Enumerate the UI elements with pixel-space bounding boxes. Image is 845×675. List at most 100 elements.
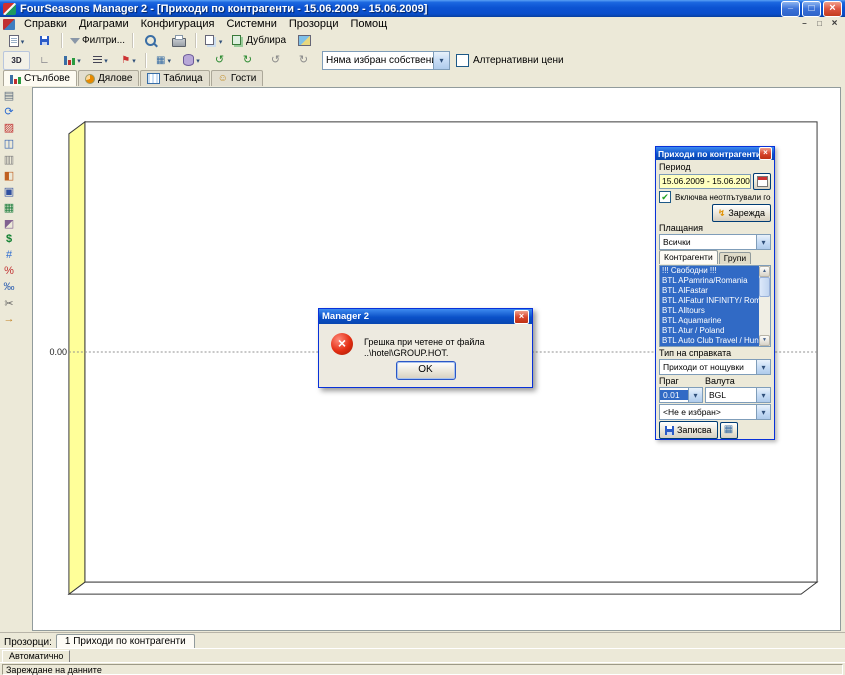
grid-icon	[724, 425, 733, 435]
export-icon[interactable]: →	[2, 312, 17, 326]
mdi-close-button[interactable]	[827, 18, 842, 30]
contractor-item[interactable]: BTL Auto Club Travel / Hunga	[660, 336, 759, 346]
tab-groups[interactable]: Групи	[719, 252, 751, 264]
period-input[interactable]: 15.06.2009 - 15.06.2009	[659, 174, 751, 189]
menu-item[interactable]: Диаграми	[73, 17, 135, 31]
report-type-select[interactable]: Приходи от нощувки	[659, 359, 771, 375]
copy-chart-icon[interactable]: ◫	[2, 136, 17, 150]
save-chart-icon[interactable]: ▣	[2, 184, 17, 198]
rotate-left-button[interactable]	[206, 51, 233, 70]
bar-style-icon[interactable]: ▦	[2, 200, 17, 214]
duplicate-button[interactable]: Дублира	[228, 31, 290, 50]
report-panel-close-button[interactable]	[759, 147, 772, 160]
chart-wall-icon[interactable]: ▥	[2, 152, 17, 166]
chevron-down-icon	[756, 235, 770, 249]
currency-select[interactable]: BGL	[705, 387, 771, 403]
contractor-item[interactable]: BTL APamrina/Romania	[660, 276, 759, 286]
print-button[interactable]	[165, 31, 192, 50]
filters-button[interactable]: Филтри...	[66, 31, 129, 50]
grid-button[interactable]	[150, 51, 177, 70]
payments-select[interactable]: Всички	[659, 234, 771, 250]
contractor-item[interactable]: BTL Alltours	[660, 306, 759, 316]
tab-table[interactable]: Таблица	[140, 70, 209, 86]
error-dialog-close-button[interactable]	[514, 310, 529, 324]
contractor-item[interactable]: BTL AlFastar	[660, 286, 759, 296]
save-report-button[interactable]: Записва	[659, 421, 718, 439]
ok-button[interactable]: OK	[396, 361, 456, 380]
chart-type-button[interactable]	[59, 51, 86, 70]
window-tab[interactable]: 1 Приходи по контрагенти	[56, 634, 195, 649]
load-button[interactable]: Зарежда	[712, 204, 771, 222]
values-icon[interactable]: #	[2, 248, 17, 262]
report-options-button[interactable]	[720, 422, 738, 439]
menu-item[interactable]: Прозорци	[283, 17, 345, 31]
report-type-value: Приходи от нощувки	[660, 362, 756, 372]
scroll-down-button[interactable]	[759, 335, 770, 346]
currency-icon[interactable]: $	[2, 232, 17, 246]
view-3d-button[interactable]	[3, 51, 30, 70]
permille-icon[interactable]: ‰	[2, 280, 17, 294]
gallery-button[interactable]	[291, 31, 318, 50]
cut-icon[interactable]: ✂	[2, 296, 17, 310]
menubar: СправкиДиаграмиКонфигурацияСистемниПрозо…	[0, 17, 845, 32]
list-scrollbar[interactable]	[759, 266, 770, 346]
new-button[interactable]	[3, 31, 30, 50]
minimize-button[interactable]	[781, 1, 800, 17]
printer-icon	[172, 38, 186, 47]
marks-button[interactable]	[115, 51, 142, 70]
table-icon	[147, 73, 160, 84]
titlebar[interactable]: FourSeasons Manager 2 - [Приходи по конт…	[0, 0, 845, 17]
menu-item[interactable]: Справки	[18, 17, 73, 31]
tab-contractors[interactable]: Контрагенти	[659, 250, 718, 264]
color-palette-icon[interactable]: ◩	[2, 216, 17, 230]
owner-select[interactable]: Няма избран собственици	[322, 51, 450, 70]
payments-select-value: Всички	[660, 237, 756, 247]
contractor-item[interactable]: BTL Atur / Poland	[660, 326, 759, 336]
threshold-combo[interactable]: 0.01	[659, 387, 703, 403]
contractor-item[interactable]: !!! Свободни !!!	[660, 266, 759, 276]
lightning-icon	[718, 209, 726, 218]
chart-gallery-icon[interactable]: ▨	[2, 120, 17, 134]
mdi-restore-button[interactable]	[812, 18, 827, 30]
axes-button[interactable]	[31, 51, 58, 70]
flag-icon	[121, 55, 130, 66]
view-tabs: Стълбове Дялове Таблица Гости	[0, 70, 845, 87]
print-preview-icon[interactable]: ▤	[2, 88, 17, 102]
maximize-button[interactable]	[802, 1, 821, 17]
rotate-chart-icon[interactable]: ⟳	[2, 104, 17, 118]
filter-icon	[70, 38, 80, 44]
error-dialog-titlebar[interactable]: Manager 2	[319, 309, 532, 324]
print-preview-button[interactable]	[137, 31, 164, 50]
chevron-down-icon	[433, 52, 449, 69]
save-button[interactable]	[31, 31, 58, 50]
chevron-down-icon	[756, 388, 770, 402]
close-button[interactable]	[823, 1, 842, 17]
alternative-prices-label: Алтернативни цени	[473, 55, 564, 66]
menu-item[interactable]: Конфигурация	[135, 17, 221, 31]
tab-guests[interactable]: Гости	[211, 70, 264, 86]
scroll-up-button[interactable]	[759, 266, 770, 277]
menu-item[interactable]: Помощ	[344, 17, 393, 31]
series-legend-icon[interactable]: ◧	[2, 168, 17, 182]
include-guests-checkbox[interactable]	[659, 191, 671, 203]
mdi-minimize-button[interactable]	[797, 18, 812, 30]
alternative-prices-checkbox[interactable]	[456, 54, 469, 67]
redo-rotation-button[interactable]	[290, 51, 317, 70]
tab-columns[interactable]: Стълбове	[3, 70, 77, 86]
percent-icon[interactable]: %	[2, 264, 17, 278]
undo-rotation-button[interactable]	[262, 51, 289, 70]
legend-icon	[93, 56, 102, 65]
depth-button[interactable]	[178, 51, 205, 70]
rotate-right-button[interactable]	[234, 51, 261, 70]
copy-button[interactable]	[200, 31, 227, 50]
legend-button[interactable]	[87, 51, 114, 70]
contractor-item[interactable]: BTL Aquamarine	[660, 316, 759, 326]
scroll-thumb[interactable]	[759, 277, 770, 297]
contractor-item[interactable]: BTL AlFatur INFINITY/ Romani	[660, 296, 759, 306]
report-panel-titlebar[interactable]: Приходи по контрагенти	[656, 147, 774, 160]
owner-filter-select[interactable]: <Не е избран>	[659, 404, 771, 420]
tab-pie[interactable]: Дялове	[78, 70, 139, 86]
calendar-button[interactable]	[753, 173, 771, 190]
menu-item[interactable]: Системни	[220, 17, 282, 31]
toolbar-separator	[145, 53, 147, 68]
